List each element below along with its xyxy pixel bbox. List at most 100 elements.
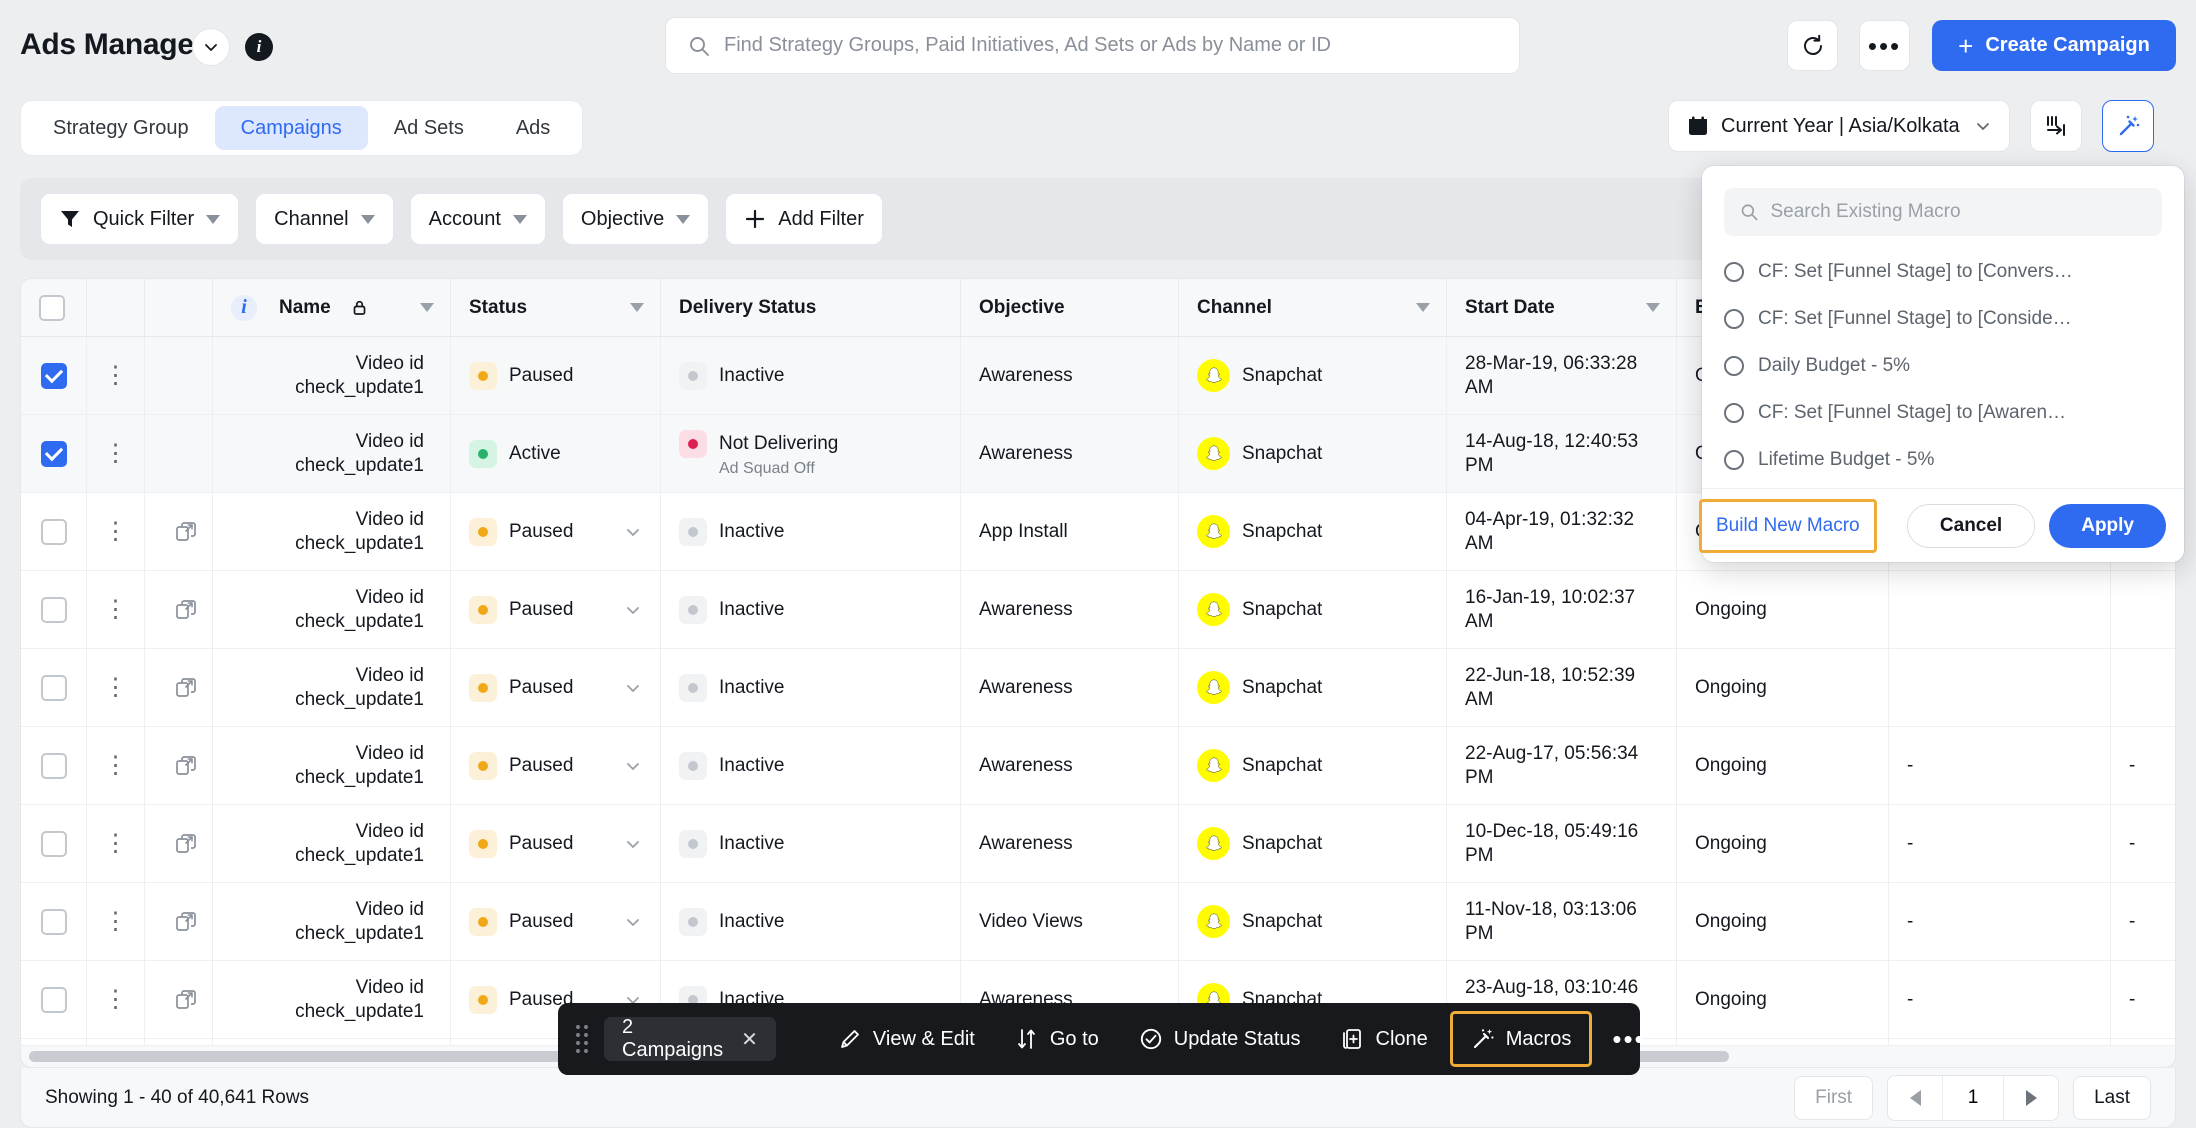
bulk-action-macros[interactable]: Macros bbox=[1449, 1011, 1593, 1067]
refresh-button[interactable] bbox=[1787, 20, 1838, 71]
bulk-more-icon[interactable]: ••• bbox=[1598, 1026, 1659, 1052]
chevron-down-icon[interactable] bbox=[206, 214, 221, 224]
chevron-down-icon[interactable] bbox=[624, 601, 642, 619]
radio-button-icon[interactable] bbox=[1724, 402, 1744, 423]
macro-option[interactable]: Daily Budget - 5% bbox=[1724, 342, 2162, 389]
filter-channel-button[interactable]: Channel bbox=[255, 193, 394, 245]
cancel-button[interactable]: Cancel bbox=[1906, 503, 2036, 548]
row-name-cell[interactable]: Video id check_update1 bbox=[213, 727, 451, 804]
radio-button-icon[interactable] bbox=[1724, 261, 1744, 282]
filter-quick-filter-button[interactable]: Quick Filter bbox=[40, 193, 240, 245]
bulk-action-view-edit[interactable]: View & Edit bbox=[820, 1011, 993, 1067]
duplicate-icon[interactable] bbox=[174, 520, 198, 544]
duplicate-icon[interactable] bbox=[174, 910, 198, 934]
row-checkbox[interactable] bbox=[40, 596, 67, 623]
chevron-down-icon[interactable] bbox=[360, 214, 375, 224]
info-icon[interactable]: i bbox=[245, 33, 273, 61]
create-campaign-button[interactable]: + Create Campaign bbox=[1932, 20, 2176, 71]
row-checkbox[interactable] bbox=[40, 986, 67, 1013]
row-status-cell[interactable]: Active bbox=[451, 415, 661, 492]
macro-option[interactable]: CF: Set [Funnel Stage] to [Convers… bbox=[1724, 248, 2162, 295]
filter-objective-button[interactable]: Objective bbox=[561, 193, 710, 245]
chevron-down-icon[interactable] bbox=[624, 679, 642, 697]
search-input[interactable] bbox=[724, 34, 1497, 57]
row-checkbox[interactable] bbox=[40, 440, 67, 467]
select-all-checkbox[interactable] bbox=[39, 294, 65, 321]
chevron-down-icon[interactable] bbox=[1646, 303, 1660, 312]
row-checkbox[interactable] bbox=[40, 752, 67, 779]
apply-button[interactable]: Apply bbox=[2049, 503, 2166, 548]
tab-campaigns[interactable]: Campaigns bbox=[214, 106, 368, 150]
duplicate-icon[interactable] bbox=[174, 988, 198, 1012]
prev-page-button[interactable] bbox=[1888, 1076, 1942, 1120]
row-name-cell[interactable]: Video id check_update1 bbox=[213, 805, 451, 882]
bulk-action-update-status[interactable]: Update Status bbox=[1121, 1011, 1319, 1067]
row-checkbox[interactable] bbox=[40, 362, 67, 389]
row-checkbox[interactable] bbox=[40, 830, 67, 857]
chevron-down-icon[interactable] bbox=[512, 214, 527, 224]
row-name-cell[interactable]: Video id check_update1 bbox=[213, 571, 451, 648]
row-kebab-menu-icon[interactable]: ⋮ bbox=[104, 597, 128, 621]
row-name-cell[interactable]: Video id check_update1 bbox=[213, 649, 451, 726]
row-kebab-menu-icon[interactable]: ⋮ bbox=[104, 831, 128, 855]
tab-ads[interactable]: Ads bbox=[490, 106, 576, 150]
global-search[interactable] bbox=[665, 17, 1520, 74]
macro-option[interactable]: CF: Set [Funnel Stage] to [Awaren… bbox=[1724, 389, 2162, 436]
drag-handle-icon[interactable] bbox=[576, 1022, 588, 1056]
macro-search-input[interactable] bbox=[1770, 201, 2146, 223]
table-row[interactable]: ⋮ Video id check_update1 Paused Inactive Awa… bbox=[21, 727, 2175, 805]
title-chevron-button[interactable] bbox=[192, 28, 230, 66]
row-name-cell[interactable]: Video id check_update1 bbox=[213, 961, 451, 1038]
lock-icon[interactable] bbox=[351, 299, 368, 316]
clear-selection-icon[interactable]: ✕ bbox=[741, 1027, 758, 1052]
row-status-cell[interactable]: Paused bbox=[451, 649, 661, 726]
radio-button-icon[interactable] bbox=[1724, 449, 1744, 470]
row-status-cell[interactable]: Paused bbox=[451, 337, 661, 414]
chevron-down-icon[interactable] bbox=[624, 835, 642, 853]
bulk-action-clone[interactable]: Clone bbox=[1323, 1011, 1446, 1067]
row-kebab-menu-icon[interactable]: ⋮ bbox=[104, 909, 128, 933]
row-checkbox[interactable] bbox=[40, 674, 67, 701]
row-kebab-menu-icon[interactable]: ⋮ bbox=[104, 675, 128, 699]
row-status-cell[interactable]: Paused bbox=[451, 805, 661, 882]
chevron-down-icon[interactable] bbox=[624, 757, 642, 775]
chevron-down-icon[interactable] bbox=[420, 303, 434, 312]
build-new-macro-link[interactable]: Build New Macro bbox=[1699, 498, 1877, 553]
radio-button-icon[interactable] bbox=[1724, 308, 1744, 329]
row-name-cell[interactable]: Video id check_update1 bbox=[213, 337, 451, 414]
row-status-cell[interactable]: Paused bbox=[451, 571, 661, 648]
row-kebab-menu-icon[interactable]: ⋮ bbox=[104, 519, 128, 543]
filter-add-filter-button[interactable]: Add Filter bbox=[725, 193, 883, 245]
column-settings-button[interactable] bbox=[2030, 100, 2082, 152]
duplicate-icon[interactable] bbox=[174, 832, 198, 856]
row-checkbox[interactable] bbox=[40, 908, 67, 935]
current-page-label[interactable]: 1 bbox=[1942, 1075, 2005, 1120]
macro-search-box[interactable] bbox=[1724, 188, 2162, 236]
row-kebab-menu-icon[interactable]: ⋮ bbox=[104, 363, 128, 387]
chevron-down-icon[interactable] bbox=[630, 303, 644, 312]
duplicate-icon[interactable] bbox=[174, 598, 198, 622]
row-kebab-menu-icon[interactable]: ⋮ bbox=[104, 753, 128, 777]
bulk-action-go-to[interactable]: Go to bbox=[997, 1011, 1117, 1067]
last-page-button[interactable]: Last bbox=[2073, 1075, 2151, 1120]
row-name-cell[interactable]: Video id check_update1 bbox=[213, 493, 451, 570]
row-name-cell[interactable]: Video id check_update1 bbox=[213, 883, 451, 960]
chevron-down-icon[interactable] bbox=[1416, 303, 1430, 312]
table-row[interactable]: ⋮ Video id check_update1 Paused Inactive Awa… bbox=[21, 571, 2175, 649]
row-status-cell[interactable]: Paused bbox=[451, 883, 661, 960]
duplicate-icon[interactable] bbox=[174, 676, 198, 700]
row-checkbox[interactable] bbox=[40, 518, 67, 545]
tab-ad-sets[interactable]: Ad Sets bbox=[368, 106, 490, 150]
first-page-button[interactable]: First bbox=[1794, 1075, 1874, 1120]
next-page-button[interactable] bbox=[2004, 1076, 2058, 1120]
row-status-cell[interactable]: Paused bbox=[451, 727, 661, 804]
table-row[interactable]: ⋮ Video id check_update1 Paused Inactive Awa… bbox=[21, 649, 2175, 727]
macros-toggle-button[interactable] bbox=[2102, 100, 2154, 152]
filter-account-button[interactable]: Account bbox=[409, 193, 546, 245]
macro-option[interactable]: CF: Set [Funnel Stage] to [Conside… bbox=[1724, 295, 2162, 342]
macro-option[interactable]: Lifetime Budget - 5% bbox=[1724, 436, 2162, 483]
tab-strategy-group[interactable]: Strategy Group bbox=[27, 106, 215, 150]
chevron-down-icon[interactable] bbox=[624, 523, 642, 541]
chevron-down-icon[interactable] bbox=[676, 214, 691, 224]
table-row[interactable]: ⋮ Video id check_update1 Paused Inactive Awa… bbox=[21, 805, 2175, 883]
